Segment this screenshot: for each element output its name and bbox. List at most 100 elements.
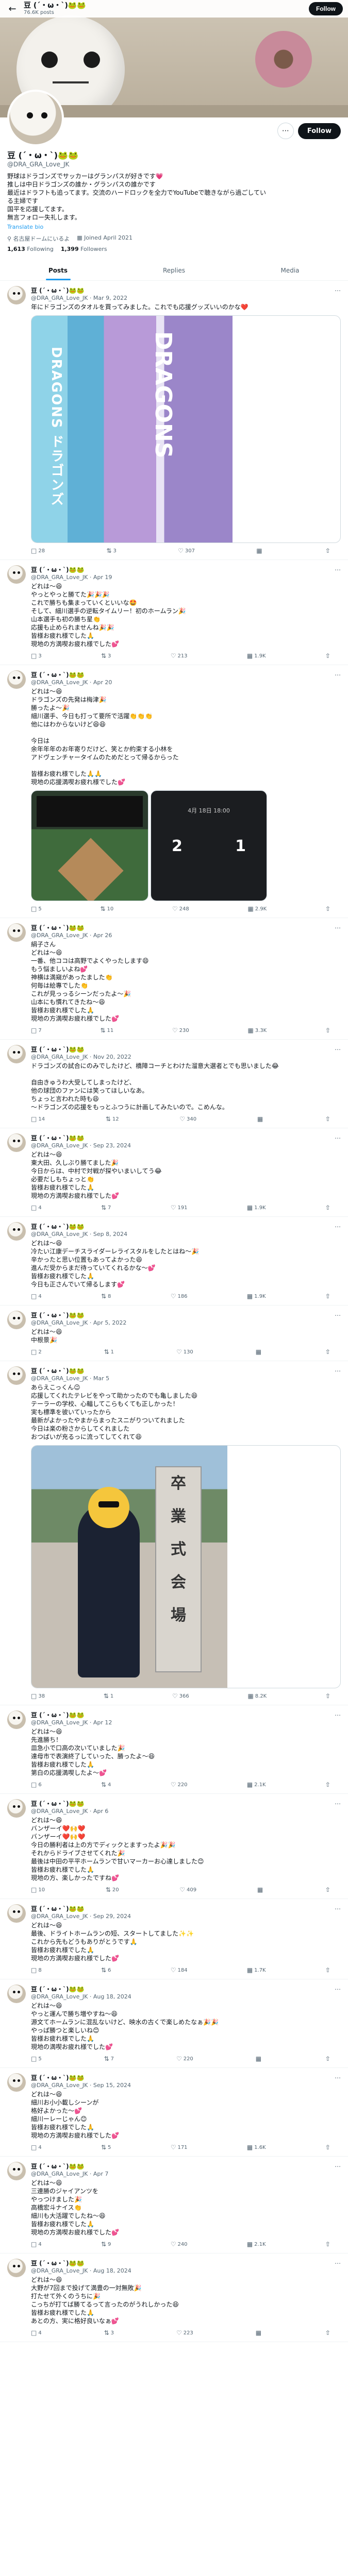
- follow-button[interactable]: Follow: [297, 123, 341, 139]
- like-button[interactable]: ♡ 366: [172, 1692, 189, 1700]
- more-icon[interactable]: ⋯: [335, 1046, 341, 1053]
- tweet-author-name[interactable]: ⾖ (´・ω・`)🐸🐸: [31, 286, 84, 295]
- more-icon[interactable]: ⋯: [335, 1367, 341, 1375]
- views-button[interactable]: ▦: [256, 547, 263, 554]
- tab-posts[interactable]: Posts: [0, 261, 116, 280]
- retweet-button[interactable]: ⇅ 1: [104, 1348, 114, 1355]
- tweet[interactable]: ⾖ (´・ω・`)🐸🐸 ⋯ @DRA_GRA_Love_JK · Mar 9, 20…: [0, 281, 348, 560]
- more-icon[interactable]: ⋯: [335, 287, 341, 294]
- like-button[interactable]: ♡ 184: [171, 1967, 188, 1974]
- tweet-media-image[interactable]: [31, 790, 148, 901]
- share-button[interactable]: ⇧: [325, 1293, 330, 1300]
- views-button[interactable]: ▦: [256, 1348, 263, 1355]
- share-button[interactable]: ⇧: [325, 547, 330, 554]
- tweet[interactable]: ⾖ (´・ω・`)🐸🐸 ⋯ @DRA_GRA_Love_JK · Sep 8, 20…: [0, 1217, 348, 1306]
- tweet-author-name[interactable]: ⾖ (´・ω・`)🐸🐸: [31, 565, 84, 574]
- tweet[interactable]: ⾖ (´・ω・`)🐸🐸 ⋯ @DRA_GRA_Love_JK · Sep 23, 2…: [0, 1128, 348, 1217]
- tweet-date[interactable]: · Apr 6: [90, 1808, 109, 1815]
- retweet-button[interactable]: ⇅ 3: [101, 652, 111, 659]
- retweet-button[interactable]: ⇅ 7: [104, 2055, 114, 2062]
- like-button[interactable]: ♡ 230: [172, 1027, 189, 1034]
- tweet-avatar[interactable]: [7, 923, 26, 942]
- tweet-date[interactable]: · Apr 12: [90, 1719, 112, 1726]
- views-button[interactable]: ▦: [256, 2329, 263, 2336]
- tweet-author-handle[interactable]: @DRA_GRA_Love_JK: [31, 574, 88, 581]
- following-link[interactable]: 1,613 Following: [7, 246, 54, 252]
- tweet-avatar[interactable]: [7, 2259, 26, 2277]
- like-button[interactable]: ♡ 307: [178, 547, 195, 554]
- more-options-icon[interactable]: ⋯: [277, 123, 294, 139]
- tweet-author-handle[interactable]: @DRA_GRA_Love_JK: [31, 1231, 88, 1238]
- retweet-button[interactable]: ⇅ 20: [106, 1886, 119, 1893]
- more-icon[interactable]: ⋯: [335, 2163, 341, 2170]
- views-button[interactable]: ▦ 2.9K: [247, 905, 267, 912]
- retweet-button[interactable]: ⇅ 4: [101, 1781, 111, 1788]
- reply-button[interactable]: □ 4: [31, 1293, 42, 1300]
- tweet-author-name[interactable]: ⾖ (´・ω・`)🐸🐸: [31, 1904, 84, 1913]
- tweet[interactable]: ⾖ (´・ω・`)🐸🐸 ⋯ @DRA_GRA_Love_JK · Nov 20, 2…: [0, 1040, 348, 1128]
- tweet[interactable]: ⾖ (´・ω・`)🐸🐸 ⋯ @DRA_GRA_Love_JK · Sep 15, 2…: [0, 2068, 348, 2157]
- tweet[interactable]: ⾖ (´・ω・`)🐸🐸 ⋯ @DRA_GRA_Love_JK · Apr 19 どれは…: [0, 560, 348, 665]
- translate-bio-link[interactable]: Translate bio: [7, 224, 341, 230]
- tweet-date[interactable]: · Apr 7: [90, 2171, 109, 2177]
- retweet-button[interactable]: ⇅ 10: [100, 905, 113, 912]
- tweet-author-handle[interactable]: @DRA_GRA_Love_JK: [31, 1142, 88, 1149]
- tweet-author-handle[interactable]: @DRA_GRA_Love_JK: [31, 1719, 88, 1726]
- tweet-author-name[interactable]: ⾖ (´・ω・`)🐸🐸: [31, 1045, 84, 1054]
- views-button[interactable]: ▦ 1.9K: [247, 1204, 266, 1211]
- tweet[interactable]: ⾖ (´・ω・`)🐸🐸 ⋯ @DRA_GRA_Love_JK · Aug 18, 2…: [0, 2253, 348, 2342]
- share-button[interactable]: ⇧: [325, 652, 330, 659]
- like-button[interactable]: ♡ 409: [179, 1886, 196, 1893]
- reply-button[interactable]: □ 10: [31, 1886, 45, 1893]
- tweet-author-handle[interactable]: @DRA_GRA_Love_JK: [31, 295, 88, 301]
- tweet[interactable]: ⾖ (´・ω・`)🐸🐸 ⋯ @DRA_GRA_Love_JK · Apr 26 絹子さ…: [0, 918, 348, 1040]
- followers-link[interactable]: 1,399 Followers: [61, 246, 107, 252]
- tweet-author-handle[interactable]: @DRA_GRA_Love_JK: [31, 2267, 88, 2274]
- follow-button-top[interactable]: Follow: [309, 2, 343, 15]
- reply-button[interactable]: □ 6: [31, 1781, 42, 1788]
- share-button[interactable]: ⇧: [325, 1027, 330, 1034]
- like-button[interactable]: ♡ 220: [171, 1781, 188, 1788]
- tweet-author-handle[interactable]: @DRA_GRA_Love_JK: [31, 932, 88, 939]
- tweet-author-handle[interactable]: @DRA_GRA_Love_JK: [31, 1913, 88, 1920]
- tweet-media-image[interactable]: DRAGONS ドラゴンズ DRAGONS: [31, 315, 341, 543]
- like-button[interactable]: ♡ 223: [176, 2329, 193, 2336]
- more-icon[interactable]: ⋯: [335, 1312, 341, 1319]
- retweet-button[interactable]: ⇅ 12: [106, 1115, 119, 1123]
- retweet-button[interactable]: ⇅ 3: [106, 547, 116, 554]
- tweet-author-handle[interactable]: @DRA_GRA_Love_JK: [31, 1808, 88, 1815]
- tweet-date[interactable]: · Sep 15, 2024: [90, 2082, 131, 2089]
- tweet-author-name[interactable]: ⾖ (´・ω・`)🐸🐸: [31, 1710, 84, 1719]
- views-button[interactable]: ▦ 2.1K: [247, 2241, 266, 2248]
- reply-button[interactable]: □ 2: [31, 1348, 42, 1355]
- views-button[interactable]: ▦ 1.9K: [247, 1293, 266, 1300]
- retweet-button[interactable]: ⇅ 5: [101, 2144, 111, 2151]
- retweet-button[interactable]: ⇅ 9: [101, 2241, 111, 2248]
- share-button[interactable]: ⇧: [325, 1348, 330, 1355]
- like-button[interactable]: ♡ 248: [172, 905, 189, 912]
- like-button[interactable]: ♡ 213: [171, 652, 188, 659]
- reply-button[interactable]: □ 14: [31, 1115, 45, 1123]
- tweet-avatar[interactable]: [7, 670, 26, 689]
- tweet[interactable]: ⾖ (´・ω・`)🐸🐸 ⋯ @DRA_GRA_Love_JK · Aug 18, 2…: [0, 1979, 348, 2068]
- share-button[interactable]: ⇧: [325, 1967, 330, 1974]
- more-icon[interactable]: ⋯: [335, 1905, 341, 1912]
- share-button[interactable]: ⇧: [325, 2144, 330, 2151]
- share-button[interactable]: ⇧: [325, 1115, 330, 1123]
- tweet-date[interactable]: · Apr 20: [90, 679, 112, 686]
- reply-button[interactable]: □ 38: [31, 1692, 45, 1700]
- tweet-avatar[interactable]: [7, 1904, 26, 1923]
- arrow-left-icon[interactable]: ←: [5, 2, 20, 16]
- tweet-author-name[interactable]: ⾖ (´・ω・`)🐸🐸: [31, 2073, 84, 2082]
- tweet-avatar[interactable]: [7, 1366, 26, 1385]
- like-button[interactable]: ♡ 191: [171, 1204, 188, 1211]
- share-button[interactable]: ⇧: [325, 1204, 330, 1211]
- tweet-author-name[interactable]: ⾖ (´・ω・`)🐸🐸: [31, 1311, 84, 1319]
- views-button[interactable]: ▦: [257, 1886, 264, 1893]
- like-button[interactable]: ♡ 220: [176, 2055, 193, 2062]
- tweet-author-handle[interactable]: @DRA_GRA_Love_JK: [31, 679, 88, 686]
- tweet-media-image[interactable]: 4月 18日 18:00 2 1: [151, 790, 267, 901]
- reply-button[interactable]: □ 28: [31, 547, 45, 554]
- more-icon[interactable]: ⋯: [335, 1134, 341, 1142]
- reply-button[interactable]: □ 4: [31, 2144, 42, 2151]
